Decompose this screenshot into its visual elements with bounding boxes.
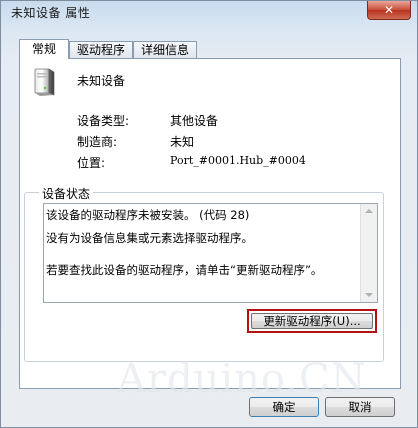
update-driver-button[interactable]: 更新驱动程序(U)... (251, 313, 373, 329)
scroll-down-icon[interactable] (365, 293, 373, 297)
tab-driver[interactable]: 驱动程序 (69, 41, 133, 58)
general-panel: 未知设备 设备类型: 其他设备 制造商: 未知 位置: Port_#0001.H… (19, 58, 401, 389)
manufacturer-value: 未知 (170, 135, 195, 149)
status-textbox[interactable]: 该设备的驱动程序未被安装。 (代码 28) 没有为设备信息集或元素选择驱动程序。… (43, 203, 378, 303)
device-status-group: 设备状态 该设备的驱动程序未被安装。 (代码 28) 没有为设备信息集或元素选择… (24, 185, 384, 362)
tab-general[interactable]: 常规 (19, 39, 69, 59)
status-line-no-driver: 没有为设备信息集或元素选择驱动程序。 (46, 231, 253, 245)
device-status-title: 设备状态 (39, 185, 94, 202)
cancel-button[interactable]: 取消 (325, 397, 395, 417)
status-line-error: 该设备的驱动程序未被安装。 (代码 28) (46, 208, 250, 222)
device-type-label: 设备类型: (77, 114, 130, 128)
status-scrollbar[interactable] (360, 204, 377, 302)
properties-dialog: 未知设备 属性 ✕ 常规 驱动程序 详细信息 未知设备 设备类型: 其他设备 制… (0, 0, 418, 428)
close-button[interactable]: ✕ (367, 1, 411, 20)
manufacturer-label: 制造商: (77, 135, 118, 149)
device-name: 未知设备 (77, 74, 126, 88)
window-title: 未知设备 属性 (11, 6, 91, 20)
update-driver-highlight: 更新驱动程序(U)... (247, 309, 377, 333)
location-label: 位置: (77, 156, 106, 170)
unknown-device-icon (34, 68, 55, 96)
location-value: Port_#0001.Hub_#0004 (170, 154, 306, 167)
scroll-up-icon[interactable] (365, 209, 373, 213)
status-line-instructions: 若要查找此设备的驱动程序，请单击“更新驱动程序”。 (46, 263, 323, 277)
device-type-value: 其他设备 (170, 114, 219, 128)
tab-details[interactable]: 详细信息 (133, 41, 197, 58)
ok-button[interactable]: 确定 (249, 397, 319, 417)
close-icon: ✕ (383, 3, 395, 17)
